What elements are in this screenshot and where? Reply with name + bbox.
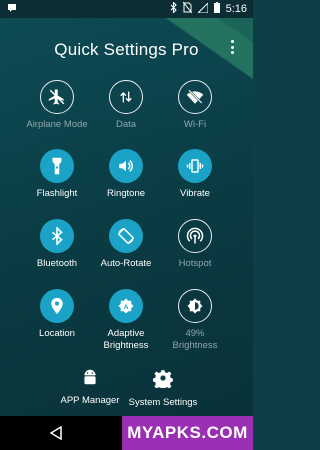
vibrate-icon [178,149,212,183]
bluetooth-icon [40,219,74,253]
system-settings-label: System Settings [128,397,198,408]
flashlight-icon [40,149,74,183]
watermark: MYAPKS.COM [122,416,253,450]
rotate-icon [109,219,143,253]
tile-label: Vibrate [180,188,210,199]
svg-text:A: A [124,304,129,311]
hotspot-icon [178,219,212,253]
app-manager-label: APP Manager [60,395,120,406]
quick-settings-panel: Quick Settings Pro Airplane Mode Data Wi… [0,18,253,416]
page-title: Quick Settings Pro [54,40,199,59]
location-pin-icon [40,289,74,323]
app-manager-button[interactable]: APP Manager [55,368,125,407]
airplane-off-icon [40,80,74,114]
tile-label: 49% Brightness [172,328,218,351]
system-settings-button[interactable]: System Settings [123,368,203,409]
signal-icon [196,1,209,16]
tile-label: Wi-Fi [183,119,207,130]
data-arrows-icon [109,80,143,114]
tile-label: Hotspot [178,258,212,269]
status-bar: 5:16 [0,0,253,18]
clock: 5:16 [225,3,247,15]
tile-vibrate[interactable]: Vibrate [153,149,237,200]
tile-wifi[interactable]: Wi-Fi [153,80,237,131]
tile-brightness[interactable]: 49% Brightness [153,289,237,352]
auto-brightness-icon: A [109,289,143,323]
back-icon[interactable] [49,425,62,445]
notification-icon [7,3,17,16]
brightness-icon [178,289,212,323]
battery-icon [213,2,220,16]
gear-icon [123,368,203,393]
android-icon [55,368,125,391]
overflow-menu-icon[interactable] [227,40,237,54]
tile-hotspot[interactable]: Hotspot [153,219,237,270]
bluetooth-icon [170,1,177,16]
tile-label: Adaptive Brightness [103,328,149,351]
speaker-icon [109,149,143,183]
no-sim-icon [182,1,192,16]
wifi-off-icon [178,80,212,114]
